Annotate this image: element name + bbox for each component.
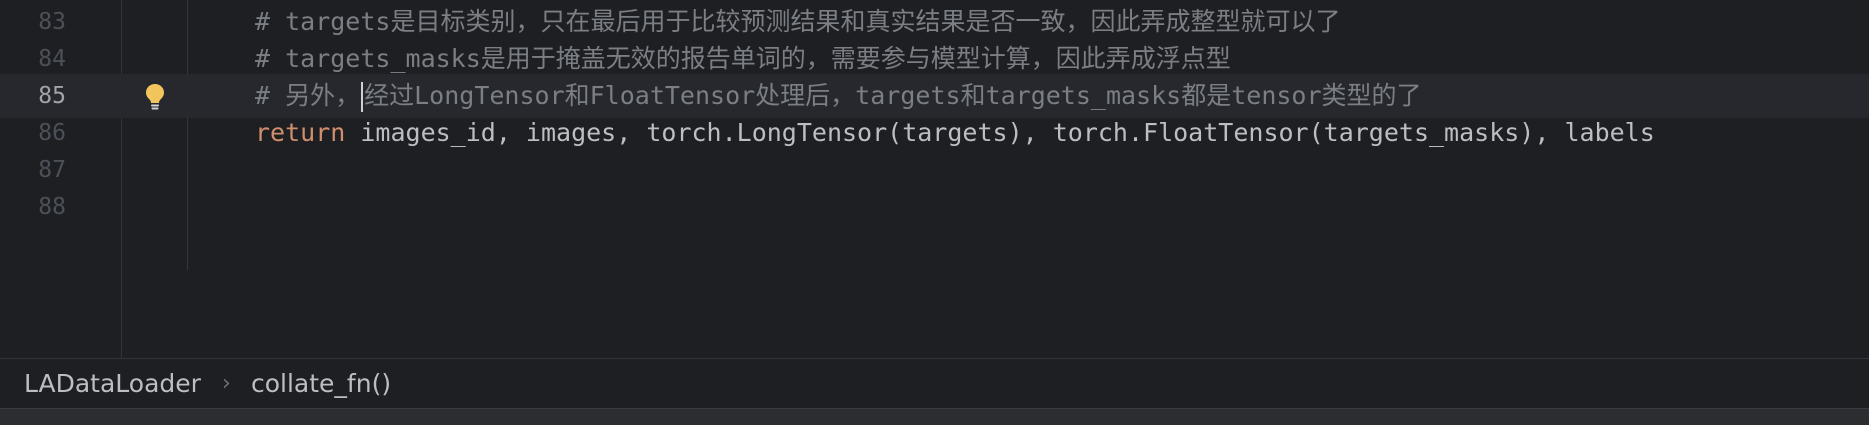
code-editor[interactable]: 83 # targets是目标类别，只在最后用于比较预测结果和真实结果是否一致，… bbox=[0, 0, 1869, 358]
breadcrumb: LADataLoader › collate_fn() bbox=[0, 358, 1869, 408]
lightbulb-icon[interactable] bbox=[143, 82, 167, 112]
keyword-return: return bbox=[255, 118, 346, 147]
breadcrumb-function[interactable]: collate_fn() bbox=[251, 359, 391, 409]
code-line-88[interactable]: 88 bbox=[0, 185, 1869, 229]
text-caret bbox=[361, 82, 364, 112]
line-number: 88 bbox=[38, 194, 66, 220]
return-expression: images_id, images, torch.LongTensor(targ… bbox=[345, 118, 1655, 147]
comment-text-after-caret: 经过LongTensor和FloatTensor处理后，targets和targ… bbox=[364, 81, 1422, 110]
comment-text-before-caret: # 另外， bbox=[255, 81, 361, 110]
breadcrumb-class[interactable]: LADataLoader bbox=[24, 359, 201, 409]
breadcrumb-separator: › bbox=[222, 371, 231, 396]
bottom-panel-edge bbox=[0, 408, 1869, 425]
